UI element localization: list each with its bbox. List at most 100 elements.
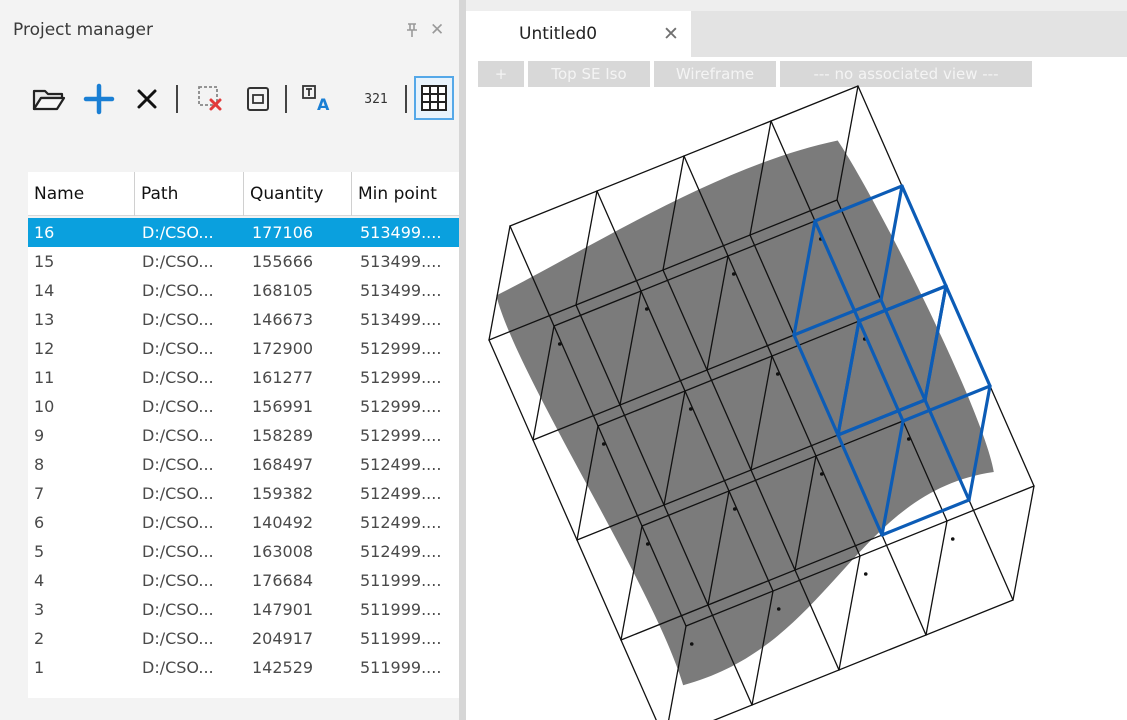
table-row[interactable]: 2 D:/CSO... 204917 511999.... <box>28 624 459 653</box>
cell-name: 4 <box>34 571 45 590</box>
cell-path: D:/CSO... <box>142 658 214 677</box>
cell-quantity: 176684 <box>252 571 314 590</box>
table-row[interactable]: 14 D:/CSO... 168105 513499.... <box>28 276 459 305</box>
cell-name: 6 <box>34 513 45 532</box>
panel-close-button[interactable]: ✕ <box>430 10 444 50</box>
cell-path: D:/CSO... <box>142 339 214 358</box>
cell-quantity: 159382 <box>252 484 314 503</box>
cell-name: 1 <box>34 658 45 677</box>
cell-quantity: 146673 <box>252 310 314 329</box>
cell-name: 9 <box>34 426 45 445</box>
cloud-table: 16 D:/CSO... 177106 513499.... 15 D:/CSO… <box>28 218 459 698</box>
cell-path: D:/CSO... <box>142 542 214 561</box>
cell-path: D:/CSO... <box>142 513 214 532</box>
cell-name: 8 <box>34 455 45 474</box>
cell-quantity: 155666 <box>252 252 314 271</box>
toolbar-separator <box>285 85 287 113</box>
table-row[interactable]: 10 D:/CSO... 156991 512999.... <box>28 392 459 421</box>
cell-min-point: 512999.... <box>360 368 442 387</box>
cell-path: D:/CSO... <box>142 455 214 474</box>
column-header-min-point[interactable]: Min point <box>352 172 459 216</box>
cell-quantity: 168105 <box>252 281 314 300</box>
table-row[interactable]: 6 D:/CSO... 140492 512499.... <box>28 508 459 537</box>
pin-icon[interactable] <box>405 10 419 50</box>
cell-name: 12 <box>34 339 55 358</box>
remove-cloud-icon[interactable] <box>192 79 230 119</box>
cell-min-point: 513499.... <box>360 281 442 300</box>
cell-path: D:/CSO... <box>142 397 214 416</box>
cell-path: D:/CSO... <box>142 484 214 503</box>
table-row[interactable]: 13 D:/CSO... 146673 513499.... <box>28 305 459 334</box>
cell-min-point: 512499.... <box>360 455 442 474</box>
grid-icon[interactable] <box>414 76 454 120</box>
delete-icon[interactable] <box>131 79 163 119</box>
cell-min-point: 511999.... <box>360 629 442 648</box>
cell-name: 10 <box>34 397 55 416</box>
cell-min-point: 512499.... <box>360 484 442 503</box>
cell-path: D:/CSO... <box>142 310 214 329</box>
cell-path: D:/CSO... <box>142 426 214 445</box>
open-folder-icon[interactable] <box>30 79 68 119</box>
cell-min-point: 512499.... <box>360 513 442 532</box>
cell-quantity: 158289 <box>252 426 314 445</box>
cell-name: 7 <box>34 484 45 503</box>
table-row[interactable]: 7 D:/CSO... 159382 512499.... <box>28 479 459 508</box>
cell-path: D:/CSO... <box>142 281 214 300</box>
tab-strip: Untitled0 ✕ <box>466 11 1127 57</box>
table-row[interactable]: 5 D:/CSO... 163008 512499.... <box>28 537 459 566</box>
cell-name: 14 <box>34 281 55 300</box>
cell-min-point: 511999.... <box>360 571 442 590</box>
cell-quantity: 204917 <box>252 629 314 648</box>
cell-quantity: 168497 <box>252 455 314 474</box>
cell-quantity: 142529 <box>252 658 314 677</box>
panel-splitter[interactable] <box>459 0 466 720</box>
table-row[interactable]: 3 D:/CSO... 147901 511999.... <box>28 595 459 624</box>
table-row[interactable]: 12 D:/CSO... 172900 512999.... <box>28 334 459 363</box>
cell-min-point: 512999.... <box>360 426 442 445</box>
table-row[interactable]: 8 D:/CSO... 168497 512499.... <box>28 450 459 479</box>
cell-quantity: 172900 <box>252 339 314 358</box>
cell-path: D:/CSO... <box>142 571 214 590</box>
cell-min-point: 512999.... <box>360 339 442 358</box>
rename-icon[interactable]: A <box>298 79 338 119</box>
column-header-quantity[interactable]: Quantity <box>244 172 352 216</box>
toolbar-separator <box>176 85 178 113</box>
table-row[interactable]: 4 D:/CSO... 176684 511999.... <box>28 566 459 595</box>
column-header-path[interactable]: Path <box>135 172 244 216</box>
grid-vertical-edge <box>1012 485 1035 601</box>
cell-quantity: 140492 <box>252 513 314 532</box>
table-row[interactable]: 16 D:/CSO... 177106 513499.... <box>28 218 459 247</box>
cell-name: 11 <box>34 368 55 387</box>
project-manager-panel: Project manager ✕ A 321 Name Path Quanti… <box>0 0 459 720</box>
toolbar-separator <box>405 85 407 113</box>
svg-text:A: A <box>317 95 330 114</box>
cell-name: 5 <box>34 542 45 561</box>
cell-name: 3 <box>34 600 45 619</box>
column-header-name[interactable]: Name <box>28 172 135 216</box>
add-icon[interactable] <box>81 79 117 119</box>
tile-center-marker <box>863 572 868 576</box>
cell-name: 15 <box>34 252 55 271</box>
cell-quantity: 161277 <box>252 368 314 387</box>
table-row[interactable]: 1 D:/CSO... 142529 511999.... <box>28 653 459 682</box>
panel-title: Project manager <box>13 20 153 40</box>
cell-path: D:/CSO... <box>142 600 214 619</box>
tab-untitled0[interactable]: Untitled0 <box>466 11 691 57</box>
grid-vertical-edge <box>838 555 861 671</box>
tile-center-marker <box>776 607 781 611</box>
cell-min-point: 511999.... <box>360 600 442 619</box>
cell-quantity: 163008 <box>252 542 314 561</box>
viewer-top-edge <box>466 0 1127 11</box>
cell-min-point: 513499.... <box>360 252 442 271</box>
viewer-panel: Untitled0 ✕ + Top SE Iso Wireframe --- n… <box>466 0 1127 720</box>
cell-min-point: 513499.... <box>360 310 442 329</box>
table-row[interactable]: 11 D:/CSO... 161277 512999.... <box>28 363 459 392</box>
tile-center-marker <box>950 537 955 541</box>
table-header: Name Path Quantity Min point <box>28 172 459 216</box>
table-row[interactable]: 9 D:/CSO... 158289 512999.... <box>28 421 459 450</box>
tab-close-icon[interactable]: ✕ <box>663 11 679 57</box>
numbering-icon[interactable]: 321 <box>355 79 397 119</box>
table-row[interactable]: 15 D:/CSO... 155666 513499.... <box>28 247 459 276</box>
3d-viewport[interactable] <box>466 57 1127 720</box>
copy-icon[interactable] <box>242 79 274 119</box>
